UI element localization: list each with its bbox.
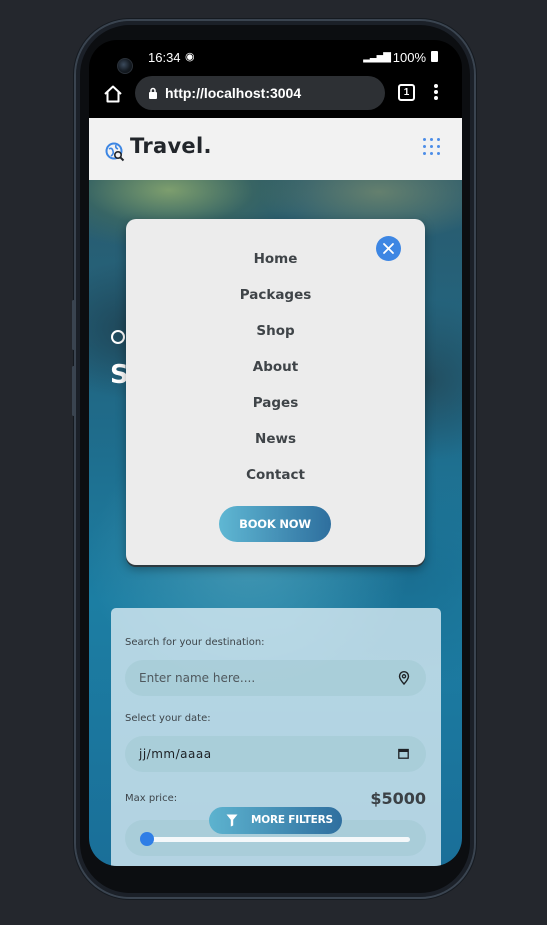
destination-label: Search for your destination: xyxy=(125,637,265,648)
calendar-icon[interactable] xyxy=(398,748,409,759)
volume-button xyxy=(72,300,75,350)
lock-icon xyxy=(149,87,157,99)
price-label: Max price: xyxy=(125,793,178,804)
signal-icon: ▂▃▅▇ xyxy=(363,52,391,63)
battery-percent: 100% xyxy=(392,50,426,65)
browser-toolbar: http://localhost:3004 1 xyxy=(89,74,462,118)
url-text: http://localhost:3004 xyxy=(165,85,302,101)
status-bar: 16:34 ◉ ▂▃▅▇ 100% xyxy=(89,40,462,74)
web-viewport: S Search for your destination: Enter nam… xyxy=(89,118,462,866)
nav-menu-modal: Home Packages Shop About Pages News Cont… xyxy=(126,219,425,565)
date-label: Select your date: xyxy=(125,713,211,724)
nav-item-home[interactable]: Home xyxy=(126,251,425,267)
front-camera xyxy=(117,58,133,74)
price-value: $5000 xyxy=(370,789,426,808)
date-input[interactable]: jj/mm/aaaa xyxy=(125,736,426,772)
home-icon[interactable] xyxy=(103,84,123,104)
nav-item-about[interactable]: About xyxy=(126,359,425,375)
book-now-button[interactable]: BOOK NOW xyxy=(219,506,331,542)
date-value: jj/mm/aaaa xyxy=(139,747,212,761)
hero-partial-text xyxy=(111,330,125,344)
site-header: Travel. xyxy=(89,118,462,180)
destination-input[interactable]: Enter name here.... xyxy=(125,660,426,696)
spotify-icon: ◉ xyxy=(185,51,195,63)
site-logo[interactable]: Travel. xyxy=(130,134,212,158)
more-options-icon[interactable] xyxy=(433,84,439,102)
globe-search-icon xyxy=(105,142,125,162)
nav-item-contact[interactable]: Contact xyxy=(126,467,425,483)
status-time: 16:34 xyxy=(148,50,181,65)
filter-icon xyxy=(226,814,238,827)
nav-item-pages[interactable]: Pages xyxy=(126,395,425,411)
battery-icon xyxy=(431,51,438,62)
location-pin-icon xyxy=(398,671,410,685)
nav-item-news[interactable]: News xyxy=(126,431,425,447)
slider-track xyxy=(148,837,410,842)
grid-dots-icon[interactable] xyxy=(423,138,443,158)
address-bar[interactable]: http://localhost:3004 xyxy=(135,76,385,110)
nav-item-packages[interactable]: Packages xyxy=(126,287,425,303)
slider-thumb[interactable] xyxy=(140,832,154,846)
more-filters-label: MORE FILTERS xyxy=(251,814,333,826)
phone-screen: 16:34 ◉ ▂▃▅▇ 100% http://localhost:3004 … xyxy=(89,40,462,866)
destination-placeholder: Enter name here.... xyxy=(139,671,256,685)
more-filters-button[interactable]: MORE FILTERS xyxy=(209,807,342,834)
tab-switcher-button[interactable]: 1 xyxy=(398,84,415,101)
volume-button xyxy=(72,366,75,416)
nav-item-shop[interactable]: Shop xyxy=(126,323,425,339)
